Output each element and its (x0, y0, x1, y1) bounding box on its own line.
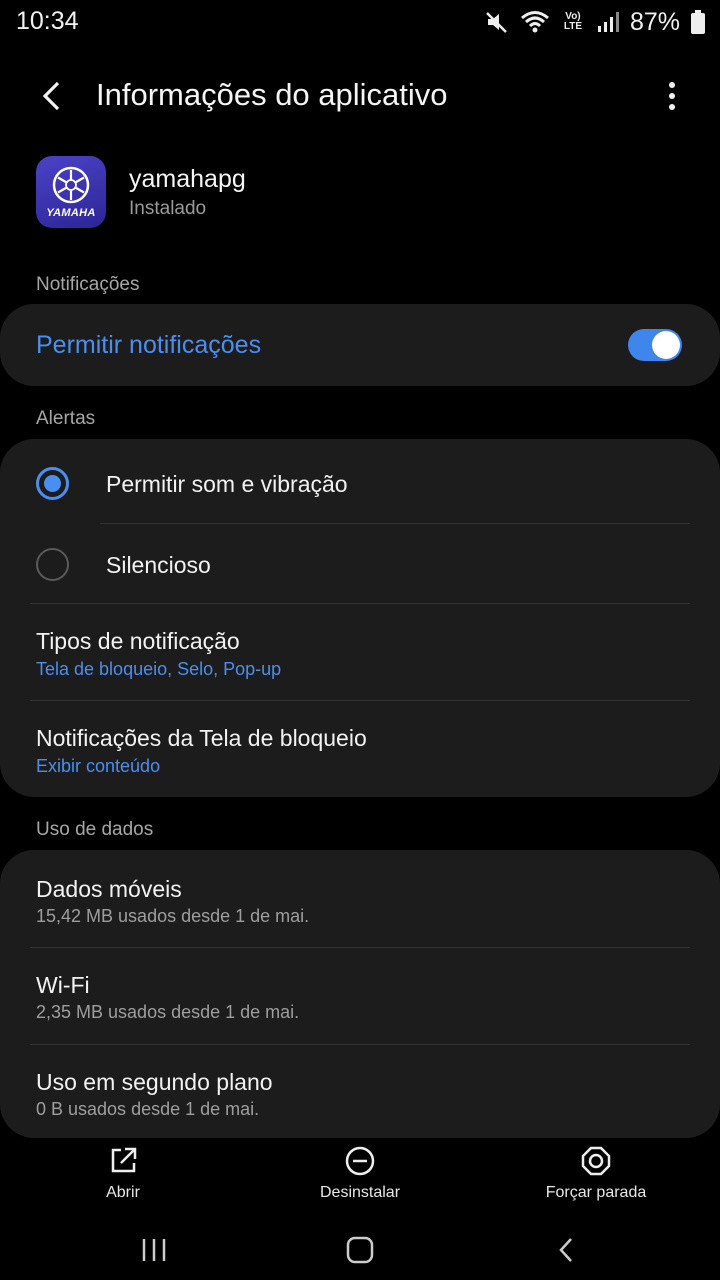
allow-notifications-label: Permitir notificações (36, 331, 262, 359)
system-nav-bar (0, 1222, 720, 1280)
section-label-alerts: Alertas (36, 408, 96, 429)
section-label-data-usage: Uso de dados (36, 819, 154, 840)
alerts-card: Permitir som e vibração Silencioso Tipos… (0, 439, 720, 797)
uninstall-button[interactable]: Desinstalar (280, 1140, 440, 1216)
volte-icon: Vo) LTE (563, 11, 583, 32)
home-icon (346, 1236, 374, 1264)
status-time: 10:34 (16, 7, 79, 35)
app-bar: Informações do aplicativo (0, 60, 720, 132)
section-label-notifications: Notificações (36, 274, 140, 295)
allow-notifications-row[interactable]: Permitir notificações (0, 304, 720, 386)
data-usage-card: Dados móveis 15,42 MB usados desde 1 de … (0, 850, 720, 1138)
background-data-item[interactable]: Uso em segundo plano 0 B usados desde 1 … (0, 1045, 720, 1138)
recents-icon (142, 1239, 166, 1261)
background-data-value: 0 B usados desde 1 de mai. (36, 1099, 260, 1119)
back-arrow-icon (42, 81, 60, 111)
notification-types-title: Tipos de notificação (36, 628, 240, 654)
wifi-icon (520, 11, 549, 33)
radio-unselected[interactable] (36, 548, 69, 581)
alert-option-label: Permitir som e vibração (106, 471, 348, 497)
alert-option-sound[interactable]: Permitir som e vibração (0, 443, 720, 523)
wifi-data-value: 2,35 MB usados desde 1 de mai. (36, 1002, 300, 1022)
app-name: yamahapg (129, 165, 246, 193)
open-external-icon (111, 1147, 137, 1173)
notification-types-item[interactable]: Tipos de notificação Tela de bloqueio, S… (0, 604, 720, 700)
lock-screen-notifications-title: Notificações da Tela de bloqueio (36, 725, 367, 751)
mobile-data-title: Dados móveis (36, 876, 182, 902)
uninstall-icon (345, 1146, 375, 1176)
open-label: Abrir (106, 1184, 140, 1201)
force-stop-button[interactable]: Forçar parada (516, 1140, 676, 1216)
more-options-button[interactable] (654, 72, 690, 120)
battery-icon (691, 10, 705, 34)
toggle-knob (652, 331, 680, 359)
allow-notifications-toggle[interactable] (628, 329, 682, 361)
alert-option-silent[interactable]: Silencioso (0, 524, 720, 604)
home-button[interactable] (330, 1230, 390, 1270)
app-header: YAMAHA yamahapg Instalado (36, 156, 676, 228)
nav-back-button[interactable] (536, 1230, 596, 1270)
yamaha-logo-icon (52, 166, 90, 204)
status-icons: Vo) LTE 87% (484, 6, 706, 38)
open-button[interactable]: Abrir (43, 1140, 203, 1216)
more-vert-icon (669, 82, 675, 110)
wifi-data-title: Wi-Fi (36, 972, 90, 998)
mobile-data-value: 15,42 MB usados desde 1 de mai. (36, 906, 310, 926)
nav-back-icon (559, 1238, 572, 1262)
uninstall-label: Desinstalar (319, 1184, 401, 1201)
notification-types-value: Tela de bloqueio, Selo, Pop-up (36, 659, 282, 679)
mute-icon (486, 12, 507, 33)
page-title: Informações do aplicativo (96, 77, 448, 112)
background-data-title: Uso em segundo plano (36, 1069, 273, 1095)
stop-octagon-icon (581, 1146, 611, 1176)
alert-option-label: Silencioso (106, 552, 211, 578)
lock-screen-notifications-item[interactable]: Notificações da Tela de bloqueio Exibir … (0, 701, 720, 797)
bottom-actions: Abrir Desinstalar Forçar parada (0, 1140, 720, 1216)
back-button[interactable] (28, 72, 76, 120)
wifi-data-item[interactable]: Wi-Fi 2,35 MB usados desde 1 de mai. (0, 948, 720, 1044)
force-stop-label: Forçar parada (545, 1184, 647, 1201)
app-icon-wordmark: YAMAHA (46, 207, 96, 219)
mobile-data-item[interactable]: Dados móveis 15,42 MB usados desde 1 de … (0, 850, 720, 947)
app-install-status: Instalado (129, 198, 207, 219)
battery-percent: 87% (629, 7, 680, 36)
recents-button[interactable] (124, 1230, 184, 1270)
lock-screen-notifications-value: Exibir conteúdo (36, 756, 161, 776)
signal-icon (597, 12, 619, 32)
radio-selected[interactable] (36, 467, 69, 500)
app-icon: YAMAHA (36, 156, 106, 228)
status-bar: 10:34 Vo) LTE 87% (0, 0, 720, 44)
